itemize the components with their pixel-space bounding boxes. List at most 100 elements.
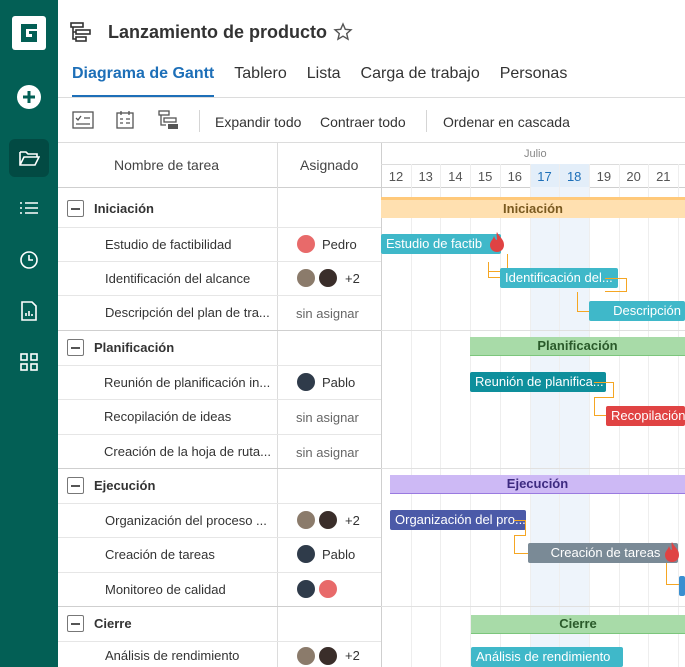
clock-icon[interactable] [0, 240, 58, 280]
checklist-icon[interactable] [72, 110, 94, 130]
task-bar[interactable]: Descripción [589, 301, 685, 321]
assignee-name[interactable]: Pedro [322, 237, 357, 252]
task-bar[interactable]: Identificación del... [500, 268, 618, 288]
tab-board[interactable]: Tablero [234, 64, 286, 98]
row-divider [58, 295, 381, 296]
timeline-month: Julio [524, 148, 547, 160]
toolbar-separator [199, 110, 200, 132]
gantt-settings-icon[interactable] [158, 110, 182, 130]
sidebar [0, 0, 58, 667]
collapse-toggle[interactable] [67, 200, 84, 217]
task-bar[interactable] [679, 576, 685, 596]
toolbar-divider [58, 142, 685, 143]
unassigned-label[interactable]: sin asignar [296, 445, 359, 460]
toolbar-separator [426, 110, 427, 132]
task-name[interactable]: Análisis de rendimiento [105, 648, 273, 663]
assignee-name[interactable]: Pablo [322, 375, 355, 390]
dependency-connector [605, 278, 627, 292]
apps-grid-icon[interactable] [0, 342, 58, 382]
group-bar-execution[interactable]: Ejecución [390, 475, 685, 493]
tab-list[interactable]: Lista [307, 64, 341, 98]
timeline-day: 15 [477, 169, 493, 184]
group-bar-planning[interactable]: Planificación [470, 337, 685, 355]
task-name[interactable]: Creación de la hoja de ruta... [104, 444, 274, 459]
critical-fire-icon [665, 542, 679, 562]
ganttpro-logo[interactable] [12, 16, 46, 50]
collapse-toggle[interactable] [67, 615, 84, 632]
collapse-toggle[interactable] [67, 339, 84, 356]
projects-folder-icon[interactable] [0, 138, 58, 178]
avatar [318, 510, 338, 530]
avatar [318, 579, 338, 599]
more-assignees[interactable]: +2 [345, 513, 360, 528]
header-divider [58, 187, 685, 188]
unassigned-label[interactable]: sin asignar [296, 306, 359, 321]
timeline-day: 18 [566, 169, 582, 184]
dependency-connector [514, 520, 526, 536]
collapse-toggle[interactable] [67, 477, 84, 494]
avatar [296, 510, 316, 530]
column-header-task[interactable]: Nombre de tarea [114, 157, 219, 202]
collapse-all-button[interactable]: Contraer todo [320, 114, 406, 130]
task-bar[interactable]: Organización del pro... [390, 510, 526, 530]
task-name[interactable]: Creación de tareas [105, 547, 273, 562]
row-divider [58, 537, 381, 538]
avatar [296, 646, 316, 666]
group-name[interactable]: Iniciación [94, 201, 154, 216]
task-name[interactable]: Recopilación de ideas [104, 409, 274, 424]
assignee-name[interactable]: Pablo [322, 547, 355, 562]
row-divider [58, 399, 381, 400]
timeline-day: 16 [507, 169, 523, 184]
task-name[interactable]: Estudio de factibilidad [105, 237, 273, 252]
day-gridline [559, 164, 561, 667]
task-bar[interactable]: Estudio de factib [381, 234, 501, 254]
task-name[interactable]: Descripción del plan de tra... [105, 305, 273, 320]
report-icon[interactable] [0, 291, 58, 331]
task-bar[interactable]: Reunión de planifica... [470, 372, 606, 392]
timeline-day: 20 [626, 169, 641, 184]
task-name[interactable]: Monitoreo de calidad [105, 582, 273, 597]
critical-fire-icon [490, 232, 504, 252]
day-gridline [588, 164, 590, 667]
cascade-sort-button[interactable]: Ordenar en cascada [443, 114, 570, 130]
timeline-day: 21 [656, 169, 671, 184]
timeline-day: 19 [596, 169, 612, 184]
group-name[interactable]: Cierre [94, 616, 132, 631]
group-divider [58, 606, 381, 607]
more-assignees[interactable]: +2 [345, 271, 360, 286]
row-divider [58, 434, 381, 435]
row-divider [58, 572, 381, 573]
group-name[interactable]: Ejecución [94, 478, 155, 493]
tab-gantt[interactable]: Diagrama de Gantt [72, 64, 215, 98]
group-name[interactable]: Planificación [94, 340, 174, 355]
calendar-task-icon[interactable] [115, 110, 137, 130]
avatar [296, 234, 316, 254]
app: Lanzamiento de producto Diagrama de Gant… [0, 0, 685, 667]
task-name[interactable]: Reunión de planificación in... [104, 375, 274, 390]
column-header-assigned[interactable]: Asignado [300, 157, 358, 202]
avatar [296, 579, 316, 599]
add-icon[interactable] [0, 77, 58, 117]
dependency-connector [488, 262, 500, 278]
expand-all-button[interactable]: Expandir todo [215, 114, 301, 130]
tab-people[interactable]: Personas [500, 64, 568, 98]
avatar [318, 268, 338, 288]
row-divider [58, 227, 381, 228]
task-bar[interactable]: Análisis de rendimiento [471, 647, 623, 667]
group-bar-closing[interactable]: Cierre [471, 615, 685, 633]
more-assignees[interactable]: +2 [345, 648, 360, 663]
task-name[interactable]: Organización del proceso ... [105, 513, 273, 528]
timeline-group-divider [381, 330, 685, 331]
star-icon[interactable] [333, 22, 353, 42]
task-bar[interactable]: Recopilación [606, 406, 685, 426]
list-icon[interactable] [0, 188, 58, 228]
task-name[interactable]: Identificación del alcance [105, 271, 273, 286]
unassigned-label[interactable]: sin asignar [296, 410, 359, 425]
timeline-day: 13 [418, 169, 433, 184]
dependency-connector [594, 382, 614, 398]
task-bar[interactable]: Creación de tareas [528, 543, 678, 563]
gantt-project-icon [70, 22, 91, 42]
group-bar-initiation[interactable]: Iniciación [381, 200, 685, 218]
timeline-group-divider [381, 468, 685, 469]
tab-workload[interactable]: Carga de trabajo [361, 64, 480, 98]
